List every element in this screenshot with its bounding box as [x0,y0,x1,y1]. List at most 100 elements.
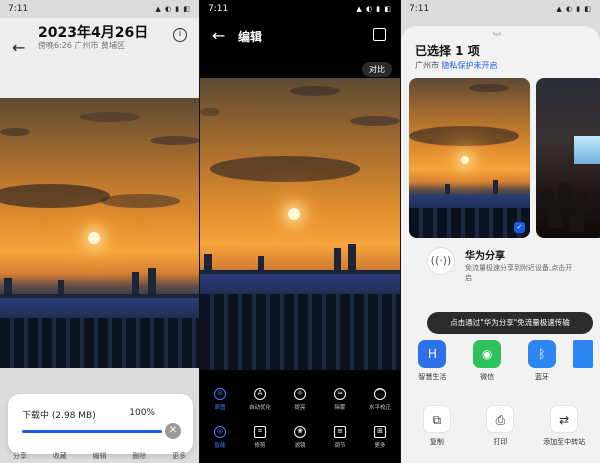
crowd-silhouette [540,188,554,208]
crowd-silhouette [558,182,572,202]
option-label: 水平校正 [368,405,391,411]
building [132,272,139,296]
cloud-shape [210,156,360,182]
tool-adjust[interactable]: ≡ 调节 [325,426,355,449]
viewer-bottom-tabs: 分享 收藏 编辑 删除 更多 [0,451,199,461]
tool-crop[interactable]: ⌗ 修剪 [245,426,275,449]
share-actions-row: ⧉ 复制 ⎙ 打印 ⇄ 添加至中转站 [401,405,600,447]
tool-more[interactable]: ⊞ 更多 [365,426,395,449]
option-label: 除雾 [334,405,346,411]
app-label: 微信 [480,373,495,381]
auto-optimize-icon: A [254,388,266,400]
option-original[interactable]: ⊘ 原图 [205,388,235,411]
back-arrow-icon[interactable]: ← [212,26,225,45]
crowd-silhouette [570,212,584,232]
app-label: 蓝牙 [534,373,549,381]
back-arrow-icon[interactable]: ← [12,38,25,57]
action-label: 复制 [429,438,444,446]
wechat-icon: ◉ [473,340,502,368]
download-card: 下载中 (2.98 MB) 100% ✕ [8,394,193,454]
selected-check-icon[interactable]: ✓ [514,222,525,233]
stage-screen [574,136,600,164]
unselected-thumbnail[interactable] [536,78,600,238]
status-icons: ▲ ◐ ▮ ◧ [155,5,191,13]
status-bar: 7:11 ▲ ◐ ▮ ◧ [200,0,400,18]
tool-label: 修剪 [254,443,266,449]
option-dehaze[interactable]: ≈ 除雾 [325,388,355,411]
tool-filter[interactable]: ❀ 滤镜 [285,426,315,449]
cloud-shape [0,184,110,208]
tab-more[interactable]: 更多 [172,451,186,461]
share-app-bluetooth[interactable]: ᛒ 蓝牙 [518,340,566,382]
building [445,184,450,194]
tab-share[interactable]: 分享 [13,451,27,461]
save-icon[interactable] [373,28,386,41]
building [148,268,156,296]
tool-smart[interactable]: ◎ 智能 [205,426,235,449]
stadium-roof [409,194,530,208]
download-label: 下载中 (2.98 MB) [22,411,96,421]
huawei-share-title: 华为分享 [465,251,505,262]
action-copy[interactable]: ⧉ 复制 [409,405,465,447]
smart-life-icon: H [418,340,447,368]
option-label: 原图 [214,405,226,411]
share-sheet: ︾ 已选择 1 项 广州市 隐私保护未开启 ✓ ((·)) 华为分享 免流量极速… [401,26,600,463]
info-icon[interactable]: i [173,28,187,42]
collapse-handle-icon[interactable]: ︾ [493,30,502,43]
cloud-shape [80,112,140,122]
sun [88,232,100,244]
option-label: 提亮 [294,405,306,411]
option-brighten[interactable]: ☼ 提亮 [285,388,315,411]
action-label: 添加至中转站 [543,438,586,446]
copy-icon: ⧉ [422,405,451,433]
huawei-share-icon[interactable]: ((·)) [427,247,455,275]
compare-button[interactable]: 对比 [362,62,392,77]
action-add-to-transfer-station[interactable]: ⇄ 添加至中转站 [536,405,592,447]
sun [288,208,300,220]
status-bar: 7:11 ▲ ◐ ▮ ◧ [401,0,600,18]
status-icons: ▲ ◐ ▮ ◧ [356,5,392,13]
option-auto-optimize[interactable]: A 自动优化 [245,388,275,411]
huawei-share-description: 免流量极速分享到附近设备,点击开启 [465,264,573,282]
tool-label: 调节 [334,443,346,449]
option-level-correct[interactable]: ⌒ 水平校正 [365,388,395,411]
building [493,180,498,194]
cancel-download-icon[interactable]: ✕ [165,423,181,439]
partial-app-icon [572,340,593,368]
stadium-structure [409,208,530,238]
share-app-partial[interactable] [572,340,593,382]
selected-thumbnail[interactable]: ✓ [409,78,530,238]
cloud-shape [290,86,340,96]
sunset-photo [0,98,199,368]
privacy-link[interactable]: 隐私保护未开启 [442,61,498,70]
more-grid-icon: ⊞ [374,426,386,438]
level-correct-icon: ⌒ [374,388,386,400]
edit-title: 编辑 [238,30,263,44]
share-app-smart-life[interactable]: H 智慧生活 [408,340,456,382]
edit-panel: 7:11 ▲ ◐ ▮ ◧ ← 编辑 对比 ⊘ 原图 A 自动优化 ☼ 提亮 ≈ … [200,0,400,463]
tool-label: 智能 [214,443,226,449]
download-progress-bar [22,430,162,433]
cloud-shape [469,84,509,92]
sun [461,156,469,164]
share-app-wechat[interactable]: ◉ 微信 [463,340,511,382]
cloud-shape [0,128,30,136]
huawei-share-tooltip: 点击通过"华为分享"免流量极速传输 [427,312,593,334]
action-print[interactable]: ⎙ 打印 [472,405,528,447]
brighten-icon: ☼ [294,388,306,400]
selected-count-title: 已选择 1 项 [415,44,480,58]
transfer-icon: ⇄ [550,405,579,433]
status-time: 7:11 [409,4,430,14]
smart-icon: ◎ [214,426,226,438]
cloud-shape [100,194,180,208]
tab-delete[interactable]: 删除 [132,451,146,461]
stadium-roof [200,274,400,294]
option-label: 自动优化 [248,405,271,411]
tab-edit[interactable]: 编辑 [92,451,106,461]
crop-icon: ⌗ [254,426,266,438]
building [334,248,341,272]
tab-favorite[interactable]: 收藏 [53,451,67,461]
status-icons: ▲ ◐ ▮ ◧ [556,5,592,13]
filter-icon: ❀ [294,426,306,438]
download-percent: 100% [129,408,155,418]
